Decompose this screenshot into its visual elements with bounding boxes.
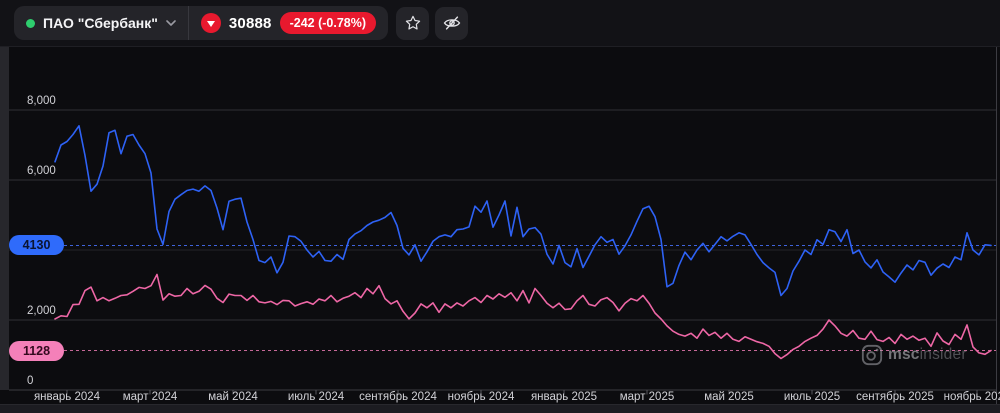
last-price-label-pink: 1128 — [9, 340, 64, 361]
eye-off-icon — [443, 16, 460, 30]
watermark: mscinsider — [861, 344, 967, 366]
bottom-edge-strip — [0, 404, 1000, 413]
trading-chart-app: ПАО "Сбербанк" 30888 -242 (-0.78%) 8,000… — [0, 0, 1000, 413]
price-section: 30888 -242 (-0.78%) — [189, 6, 388, 40]
chart-plot-area[interactable] — [0, 47, 1000, 413]
instrument-selector[interactable]: ПАО "Сбербанк" — [14, 6, 188, 40]
star-icon — [405, 15, 420, 30]
watermark-brand-suffix: insider — [919, 346, 967, 363]
series-blue-line — [54, 125, 992, 297]
series-pink-line — [54, 273, 992, 360]
instrument-name: ПАО "Сбербанк" — [43, 15, 158, 31]
price-change-badge: -242 (-0.78%) — [279, 12, 377, 34]
chevron-down-icon — [166, 20, 176, 26]
watermark-brand: msc — [888, 346, 920, 363]
last-price-label-blue: 4130 — [9, 235, 64, 256]
instrument-price-bar: ПАО "Сбербанк" 30888 -242 (-0.78%) — [14, 6, 389, 40]
status-dot-icon — [26, 18, 35, 28]
down-arrow-icon — [200, 13, 221, 33]
price-value: 30888 — [228, 14, 272, 32]
hide-button[interactable] — [435, 6, 469, 40]
toolbar: ПАО "Сбербанк" 30888 -242 (-0.78%) — [0, 0, 1000, 47]
favorite-button[interactable] — [396, 6, 430, 40]
camera-logo-icon — [861, 344, 883, 366]
